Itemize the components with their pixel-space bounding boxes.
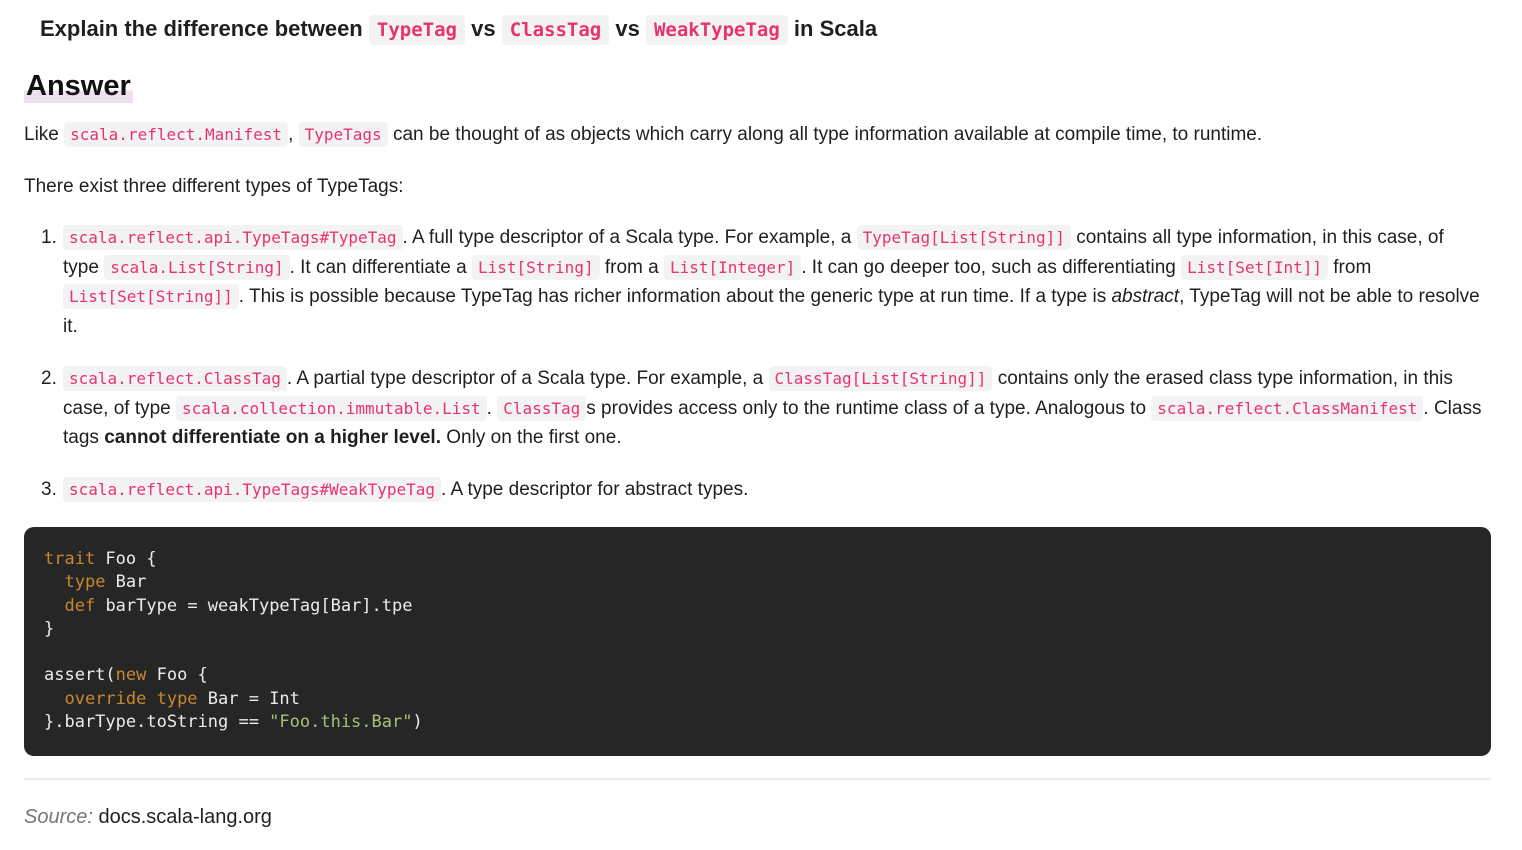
divider bbox=[24, 778, 1491, 780]
list-number: 1. bbox=[41, 227, 57, 248]
inline-code: scala.reflect.ClassManifest bbox=[1151, 395, 1424, 421]
inline-code: ClassTag bbox=[497, 395, 587, 421]
inline-code: scala.reflect.api.TypeTags#TypeTag bbox=[63, 225, 403, 250]
bold-text: cannot differentiate on a higher level. bbox=[104, 427, 441, 449]
inline-code: scala.collection.immutable.List bbox=[176, 395, 487, 421]
intro-text: can be thought of as objects which carry… bbox=[392, 124, 1263, 145]
inline-code: List[String] bbox=[471, 254, 600, 280]
three-types-paragraph: There exist three different types of Typ… bbox=[24, 176, 404, 197]
item-text: . bbox=[486, 397, 492, 419]
item-text: from bbox=[1333, 256, 1372, 278]
question-suffix: in Scala bbox=[793, 16, 878, 41]
code-string: "Foo.this.Bar" bbox=[269, 712, 413, 733]
question-title: Explain the difference between TypeTag v… bbox=[40, 15, 878, 45]
source-label: Source: bbox=[24, 806, 93, 828]
item-text: . A full type descriptor of a Scala type… bbox=[402, 227, 852, 248]
page: Explain the difference between TypeTag v… bbox=[0, 0, 1522, 850]
inline-code: List[Set[String]] bbox=[63, 284, 239, 310]
inline-code: scala.List[String] bbox=[104, 254, 290, 280]
inline-code-weaktypetag: WeakTypeTag bbox=[645, 15, 788, 45]
code-text: assert( bbox=[44, 665, 116, 686]
source-line: Source: docs.scala-lang.org bbox=[24, 806, 272, 829]
item-text: s provides access only to the runtime cl… bbox=[586, 397, 1147, 419]
item-text: . A partial type descriptor of a Scala t… bbox=[286, 367, 764, 389]
list-item: 2. scala.reflect.ClassTag. A partial typ… bbox=[24, 364, 1484, 453]
item-text: . A type descriptor for abstract types. bbox=[441, 478, 749, 500]
inline-code: List[Set[Int]] bbox=[1181, 254, 1328, 280]
code-text: ) bbox=[412, 712, 423, 733]
inline-code: scala.reflect.ClassTag bbox=[63, 365, 287, 391]
code-keyword: trait bbox=[44, 549, 96, 569]
code-keyword: override type bbox=[64, 688, 198, 709]
inline-code-typetag: TypeTag bbox=[368, 15, 465, 45]
intro-text: , bbox=[288, 124, 294, 145]
item-text: . It can go deeper too, such as differen… bbox=[801, 256, 1176, 278]
inline-code: ClassTag[List[String]] bbox=[768, 365, 993, 391]
item-text: Only on the first one. bbox=[446, 427, 622, 449]
list-item: 1. scala.reflect.api.TypeTags#TypeTag. A… bbox=[24, 223, 1484, 342]
code-keyword: type bbox=[64, 572, 106, 593]
item-text: from a bbox=[604, 256, 659, 278]
question-prefix: Explain the difference between bbox=[40, 16, 363, 41]
code-text: } bbox=[44, 618, 55, 639]
code-text: }.barType.toString == bbox=[44, 712, 270, 733]
emphasis-text: abstract bbox=[1111, 286, 1180, 308]
answer-heading: Answer bbox=[24, 70, 133, 103]
code-keyword: new bbox=[115, 665, 147, 686]
list-item: 3. scala.reflect.api.TypeTags#WeakTypeTa… bbox=[24, 475, 1484, 505]
inline-code: scala.reflect.api.TypeTags#WeakTypeTag bbox=[63, 476, 442, 502]
intro-paragraph: Like scala.reflect.Manifest, TypeTags ca… bbox=[24, 122, 1263, 147]
code-text: Foo { bbox=[95, 549, 157, 569]
inline-code: List[Integer] bbox=[664, 254, 802, 280]
inline-code: TypeTags bbox=[298, 122, 388, 147]
list-number: 3. bbox=[41, 478, 57, 500]
code-text: barType = weakTypeTag[Bar].tpe bbox=[95, 595, 413, 616]
inline-code: TypeTag[List[String]] bbox=[856, 225, 1071, 250]
code-keyword: def bbox=[64, 595, 96, 616]
code-block: trait Foo { type Bar def barType = weakT… bbox=[24, 527, 1491, 756]
code-text: Bar = Int bbox=[197, 688, 300, 709]
item-text: . This is possible because TypeTag has r… bbox=[238, 286, 1107, 308]
vs-text: vs bbox=[471, 16, 496, 41]
item-text: . It can differentiate a bbox=[289, 256, 467, 278]
list-number: 2. bbox=[41, 367, 57, 389]
code-text: Foo { bbox=[146, 665, 208, 686]
typetag-list: 1. scala.reflect.api.TypeTags#TypeTag. A… bbox=[24, 223, 1484, 505]
source-value: docs.scala-lang.org bbox=[98, 806, 272, 828]
vs-text: vs bbox=[615, 16, 640, 41]
inline-code: scala.reflect.Manifest bbox=[64, 122, 289, 147]
code-text: Bar bbox=[105, 572, 147, 593]
inline-code-classtag: ClassTag bbox=[501, 15, 610, 45]
intro-text: Like bbox=[24, 124, 59, 145]
